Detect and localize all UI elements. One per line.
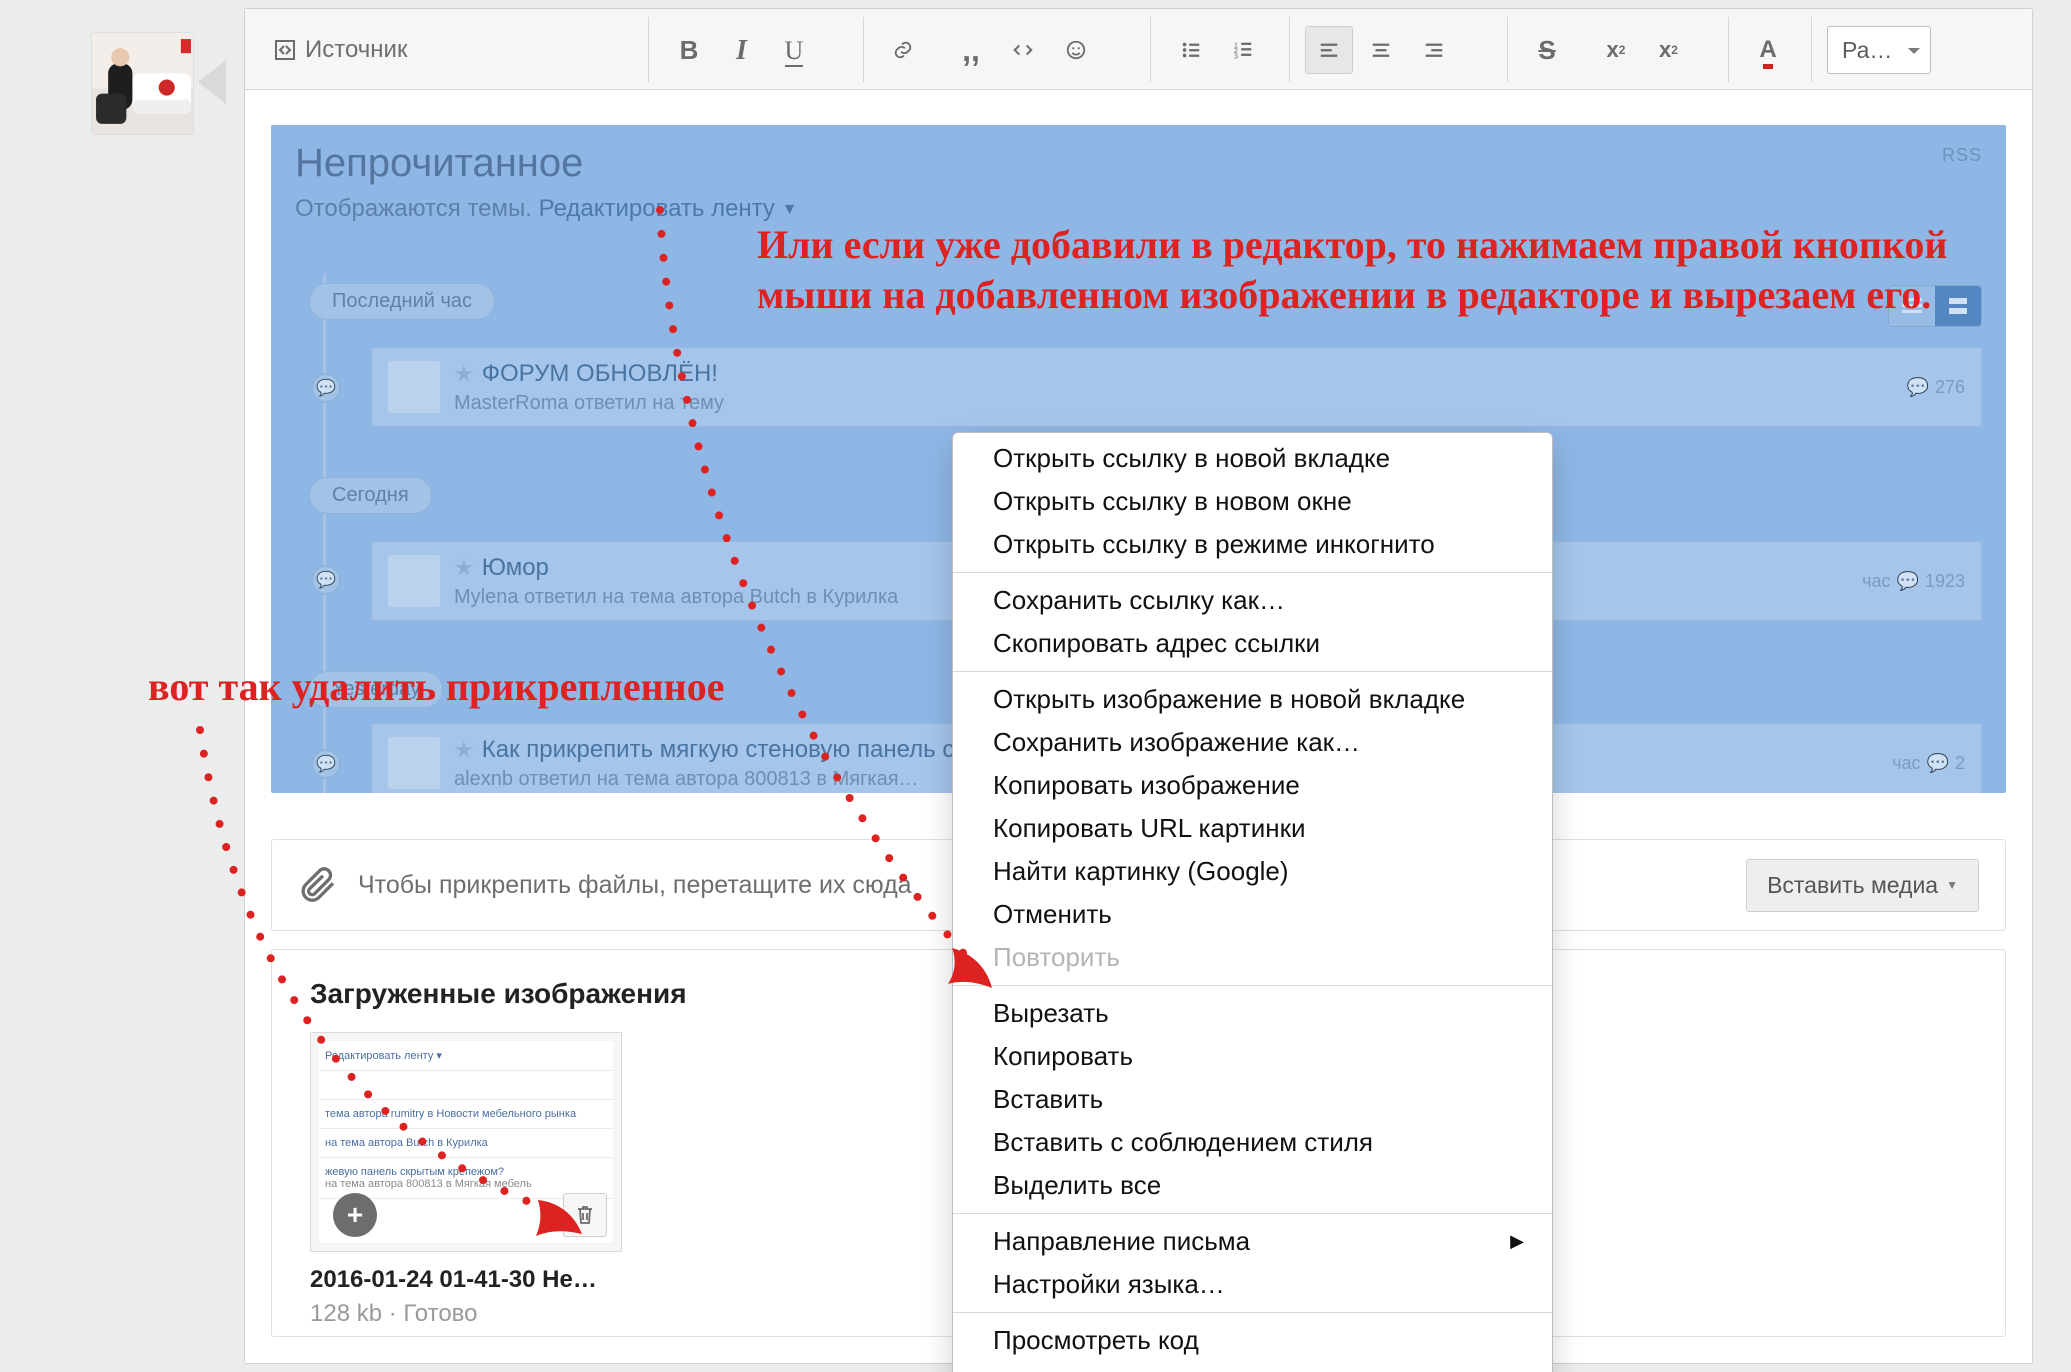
align-left-button[interactable]: [1305, 26, 1353, 74]
arrowhead-icon: [530, 1188, 590, 1253]
emoji-button[interactable]: [1052, 26, 1100, 74]
context-menu-item[interactable]: Копировать изображение: [953, 764, 1552, 807]
context-menu-item-label: Просмотреть код: [993, 1325, 1199, 1356]
context-menu-item-label: Копировать изображение: [993, 770, 1300, 801]
user-avatar[interactable]: [91, 32, 194, 135]
superscript-button[interactable]: x2: [1592, 26, 1640, 74]
toolbar-separator: [1811, 17, 1812, 82]
format-select-label: Ра…: [1842, 37, 1892, 64]
toolbar-separator: [1150, 17, 1151, 82]
chevron-down-icon: ▼: [1946, 878, 1958, 892]
context-menu-item-label: Копировать URL картинки: [993, 813, 1305, 844]
context-menu-item[interactable]: Направление письма ▶: [953, 1220, 1552, 1263]
toolbar-separator: [1507, 17, 1508, 82]
context-menu-item[interactable]: Настройки языка…: [953, 1263, 1552, 1306]
svg-text:3: 3: [1234, 51, 1238, 60]
context-menu: Открыть ссылку в новой вкладке Открыть сс…: [952, 432, 1553, 1372]
editor-toolbar: Источник B I U ,,: [245, 9, 2032, 90]
format-select[interactable]: Ра…: [1827, 26, 1931, 74]
toolbar-separator: [648, 17, 649, 82]
text-color-button[interactable]: A: [1744, 26, 1792, 74]
paperclip-icon: [298, 865, 338, 905]
toolbar-separator: [1289, 17, 1290, 82]
context-menu-item-label: Найти картинку (Google): [993, 856, 1289, 887]
annotation-editor-cut: Или если уже добавили в редактор, то наж…: [757, 220, 1987, 320]
context-menu-item-label: Вставить: [993, 1084, 1103, 1115]
context-menu-item-label: Повторить: [993, 942, 1120, 973]
context-menu-item-label: Службы: [993, 1368, 1092, 1372]
toolbar-separator: [1728, 17, 1729, 82]
context-menu-item[interactable]: Вставить с соблюдением стиля: [953, 1121, 1552, 1164]
context-menu-item[interactable]: Открыть ссылку в новой вкладке: [953, 437, 1552, 480]
context-menu-item[interactable]: Открыть ссылку в режиме инкогнито: [953, 523, 1552, 566]
context-menu-item-label: Выделить все: [993, 1170, 1161, 1201]
context-menu-item-label: Отменить: [993, 899, 1112, 930]
upload-thumb: Редактировать ленту ▾ тема автора rumitr…: [310, 1032, 630, 1328]
code-button[interactable]: [999, 26, 1047, 74]
insert-media-button[interactable]: Вставить медиа ▼: [1746, 859, 1979, 912]
context-menu-item-label: Открыть изображение в новой вкладке: [993, 684, 1465, 715]
context-menu-item-label: Сохранить ссылку как…: [993, 585, 1285, 616]
subscript-button[interactable]: x2: [1644, 26, 1692, 74]
upload-filename: 2016-01-24 01-41-30 Не…: [310, 1266, 630, 1294]
context-menu-item: Повторить: [953, 936, 1552, 979]
context-menu-item[interactable]: Открыть ссылку в новом окне: [953, 480, 1552, 523]
toolbar-separator: [863, 17, 864, 82]
numbered-list-button[interactable]: 123: [1219, 26, 1267, 74]
context-menu-item-label: Сохранить изображение как…: [993, 727, 1360, 758]
link-button[interactable]: [879, 26, 927, 74]
avatar-pointer-icon: [198, 60, 226, 109]
context-menu-item[interactable]: Вставить: [953, 1078, 1552, 1121]
context-menu-item[interactable]: Найти картинку (Google): [953, 850, 1552, 893]
context-menu-item[interactable]: Открыть изображение в новой вкладке: [953, 678, 1552, 721]
context-menu-item[interactable]: Просмотреть код: [953, 1319, 1552, 1362]
context-menu-item-label: Открыть ссылку в новом окне: [993, 486, 1352, 517]
context-menu-item[interactable]: Службы▶: [953, 1362, 1552, 1372]
insert-media-label: Вставить медиа: [1767, 872, 1938, 899]
context-menu-item-label: Скопировать адрес ссылки: [993, 628, 1320, 659]
context-menu-item-label: Направление письма: [993, 1226, 1250, 1257]
align-center-button[interactable]: [1357, 26, 1405, 74]
align-right-button[interactable]: [1410, 26, 1458, 74]
context-menu-item-label: Открыть ссылку в режиме инкогнито: [993, 529, 1435, 560]
add-to-editor-button[interactable]: +: [333, 1193, 377, 1237]
underline-button[interactable]: U: [770, 28, 818, 76]
context-menu-item[interactable]: Копировать URL картинки: [953, 807, 1552, 850]
context-menu-item[interactable]: Вырезать: [953, 992, 1552, 1035]
context-menu-item[interactable]: Сохранить изображение как…: [953, 721, 1552, 764]
context-menu-item-label: Открыть ссылку в новой вкладке: [993, 443, 1390, 474]
context-menu-item-label: Вырезать: [993, 998, 1109, 1029]
annotation-delete-attachment: вот так удалить прикрепленное: [148, 662, 808, 712]
source-button[interactable]: Источник: [267, 26, 415, 74]
context-menu-item-label: Копировать: [993, 1041, 1133, 1072]
submenu-arrow-icon: ▶: [1510, 1231, 1524, 1252]
bold-button[interactable]: B: [665, 26, 713, 74]
context-menu-item-label: Вставить с соблюдением стиля: [993, 1127, 1373, 1158]
context-menu-item[interactable]: Скопировать адрес ссылки: [953, 622, 1552, 665]
arrowhead-icon: [942, 938, 1002, 1003]
context-menu-item[interactable]: Отменить: [953, 893, 1552, 936]
upload-meta: 128 kb · Готово: [310, 1300, 630, 1328]
source-button-label: Источник: [305, 36, 407, 64]
context-menu-item[interactable]: Сохранить ссылку как…: [953, 579, 1552, 622]
bullet-list-button[interactable]: [1167, 26, 1215, 74]
context-menu-item[interactable]: Копировать: [953, 1035, 1552, 1078]
context-menu-item-label: Настройки языка…: [993, 1269, 1225, 1300]
strike-button[interactable]: S: [1523, 26, 1571, 74]
italic-button[interactable]: I: [717, 27, 765, 75]
context-menu-item[interactable]: Выделить все: [953, 1164, 1552, 1207]
quote-button[interactable]: ,,: [947, 27, 995, 75]
